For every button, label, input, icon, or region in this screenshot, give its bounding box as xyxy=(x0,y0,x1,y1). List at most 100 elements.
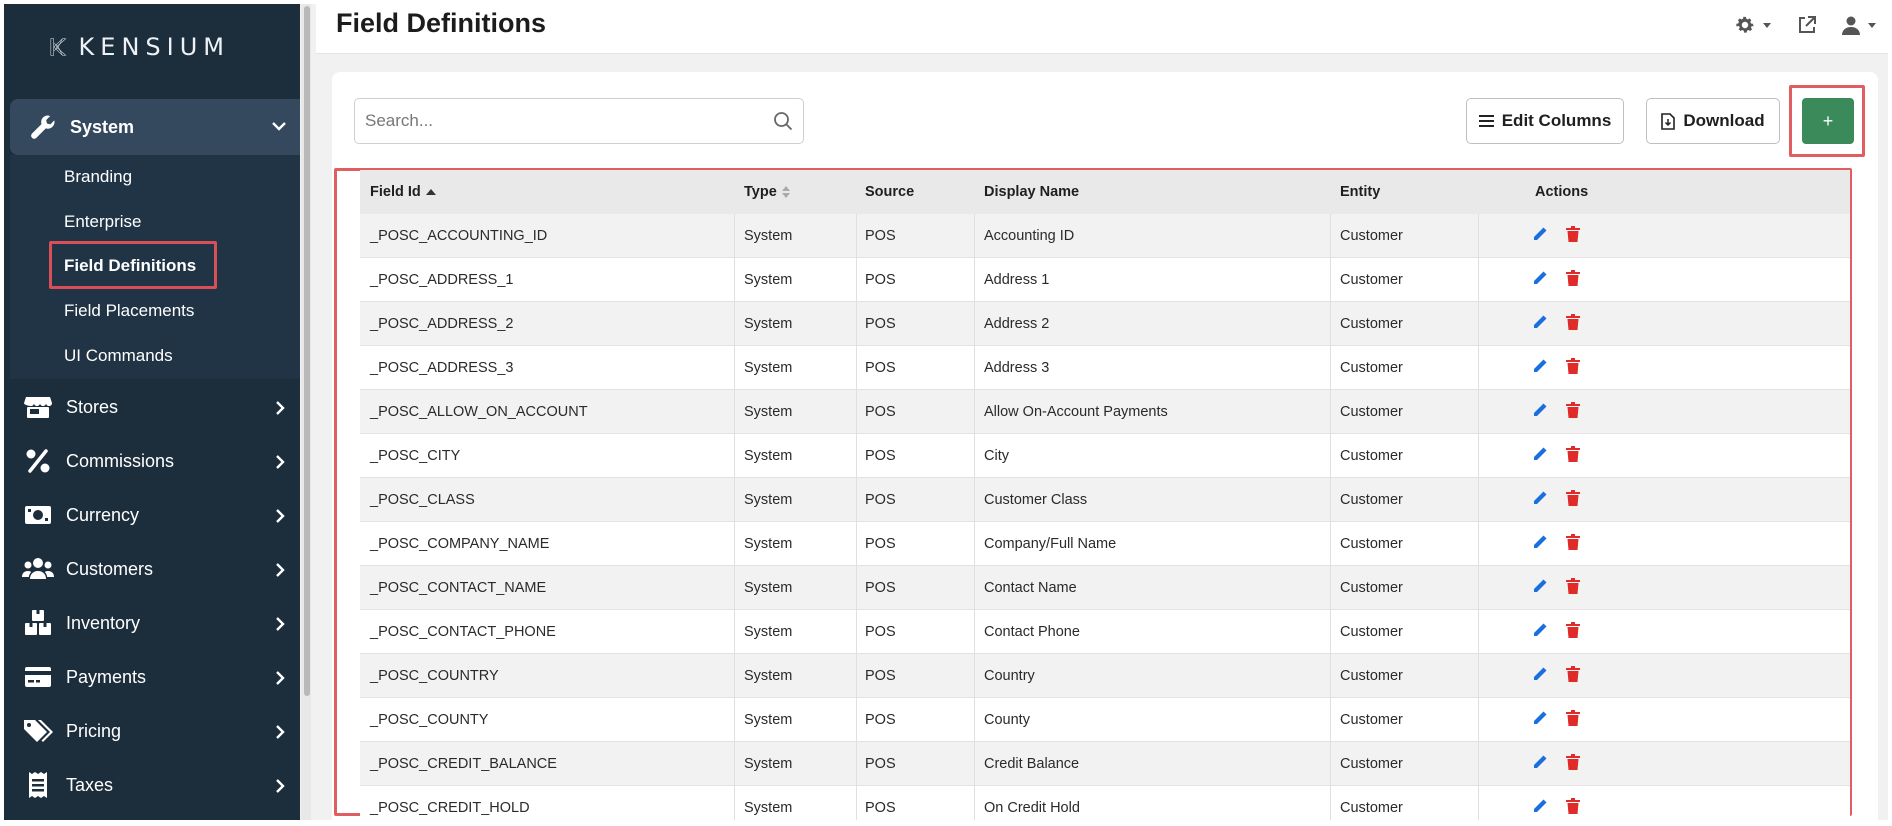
sidebar-subitem-branding[interactable]: Branding xyxy=(64,164,132,190)
edit-row-button[interactable] xyxy=(1532,446,1548,462)
edit-row-button[interactable] xyxy=(1532,270,1548,286)
trash-icon xyxy=(1566,622,1580,638)
sidebar-item-inventory[interactable]: Inventory xyxy=(4,598,300,648)
column-header-display-name[interactable]: Display Name xyxy=(984,170,1079,214)
edit-columns-button[interactable]: Edit Columns xyxy=(1466,98,1624,144)
cell-type: System xyxy=(744,712,793,728)
users-icon xyxy=(22,553,54,585)
delete-row-button[interactable] xyxy=(1566,710,1580,726)
sidebar-item-currency[interactable]: Currency xyxy=(4,490,300,540)
edit-row-button[interactable] xyxy=(1532,226,1548,242)
delete-row-button[interactable] xyxy=(1566,754,1580,770)
table-row[interactable]: _POSC_ADDRESS_2 System POS Address 2 Custome… xyxy=(360,302,1850,346)
column-header-label: Type xyxy=(744,184,777,200)
sort-ascending-icon xyxy=(425,189,436,195)
settings-menu[interactable] xyxy=(1734,14,1773,36)
edit-row-button[interactable] xyxy=(1532,578,1548,594)
sidebar-subitem-field-placements[interactable]: Field Placements xyxy=(64,298,194,324)
delete-row-button[interactable] xyxy=(1566,798,1580,814)
cell-display-name: Address 3 xyxy=(984,360,1050,376)
chevron-right-icon xyxy=(276,725,285,739)
sidebar-item-system[interactable]: System xyxy=(10,99,300,155)
delete-row-button[interactable] xyxy=(1566,622,1580,638)
delete-row-button[interactable] xyxy=(1566,270,1580,286)
download-button[interactable]: Download xyxy=(1646,98,1780,144)
cell-display-name: Contact Name xyxy=(984,580,1077,596)
table-row[interactable]: _POSC_CONTACT_NAME System POS Contact Name C… xyxy=(360,566,1850,610)
pencil-icon xyxy=(1534,271,1547,284)
delete-row-button[interactable] xyxy=(1566,358,1580,374)
cell-display-name: City xyxy=(984,448,1009,464)
column-header-field-id[interactable]: Field Id xyxy=(370,170,437,214)
column-divider xyxy=(974,742,975,786)
table-row[interactable]: _POSC_CITY System POS City Customer xyxy=(360,434,1850,478)
edit-row-button[interactable] xyxy=(1532,798,1548,814)
column-header-entity[interactable]: Entity xyxy=(1340,170,1380,214)
edit-row-button[interactable] xyxy=(1532,622,1548,638)
add-field-button[interactable]: + xyxy=(1802,98,1854,144)
row-actions xyxy=(1532,358,1580,374)
sidebar-item-taxes[interactable]: Taxes xyxy=(4,760,300,810)
table-row[interactable]: _POSC_CONTACT_PHONE System POS Contact Phon… xyxy=(360,610,1850,654)
edit-row-button[interactable] xyxy=(1532,314,1548,330)
edit-row-button[interactable] xyxy=(1532,490,1548,506)
sidebar-subitem-enterprise[interactable]: Enterprise xyxy=(64,209,141,235)
delete-row-button[interactable] xyxy=(1566,490,1580,506)
edit-row-button[interactable] xyxy=(1532,710,1548,726)
delete-row-button[interactable] xyxy=(1566,666,1580,682)
page-title: Field Definitions xyxy=(336,8,547,38)
user-menu[interactable] xyxy=(1841,15,1878,35)
trash-icon xyxy=(1566,446,1580,462)
column-divider xyxy=(974,434,975,478)
edit-row-button[interactable] xyxy=(1532,402,1548,418)
column-divider xyxy=(1330,654,1331,698)
delete-row-button[interactable] xyxy=(1566,226,1580,242)
sidebar-subitem-ui-commands[interactable]: UI Commands xyxy=(64,343,173,369)
edit-row-button[interactable] xyxy=(1532,754,1548,770)
sidebar-item-stores[interactable]: Stores xyxy=(4,382,300,432)
sort-icon xyxy=(781,186,790,198)
table-row[interactable]: _POSC_CREDIT_HOLD System POS On Credit Hold… xyxy=(360,786,1850,820)
column-divider xyxy=(974,610,975,654)
edit-row-button[interactable] xyxy=(1532,358,1548,374)
table-row[interactable]: _POSC_COUNTY System POS County Customer xyxy=(360,698,1850,742)
top-header: Field Definitions xyxy=(316,4,1888,54)
active-item-highlight xyxy=(49,241,217,289)
search-icon[interactable] xyxy=(773,111,793,131)
table-row[interactable]: _POSC_COMPANY_NAME System POS Company/Full … xyxy=(360,522,1850,566)
column-divider xyxy=(734,742,735,786)
table-row[interactable]: _POSC_ACCOUNTING_ID System POS Accounting I… xyxy=(360,214,1850,258)
sidebar-item-pricing[interactable]: Pricing xyxy=(4,706,300,756)
search-input[interactable] xyxy=(365,99,765,143)
delete-row-button[interactable] xyxy=(1566,446,1580,462)
edit-row-button[interactable] xyxy=(1532,666,1548,682)
cell-field-id: _POSC_COMPANY_NAME xyxy=(370,536,550,552)
search-box[interactable] xyxy=(354,98,804,144)
table-row[interactable]: _POSC_COUNTRY System POS Country Customer xyxy=(360,654,1850,698)
file-download-icon xyxy=(1661,112,1676,130)
table-row[interactable]: _POSC_ALLOW_ON_ACCOUNT System POS Allow On-… xyxy=(360,390,1850,434)
delete-row-button[interactable] xyxy=(1566,578,1580,594)
table-row[interactable]: _POSC_ADDRESS_3 System POS Address 3 Custome… xyxy=(360,346,1850,390)
cell-source: POS xyxy=(865,448,896,464)
store-icon xyxy=(22,391,54,423)
delete-row-button[interactable] xyxy=(1566,534,1580,550)
delete-row-button[interactable] xyxy=(1566,314,1580,330)
cell-type: System xyxy=(744,800,793,816)
external-link-icon xyxy=(1799,16,1816,33)
table-row[interactable]: _POSC_ADDRESS_1 System POS Address 1 Custome… xyxy=(360,258,1850,302)
open-external-button[interactable] xyxy=(1797,15,1817,35)
sidebar-scrollbar-thumb[interactable] xyxy=(304,6,310,696)
brand-logo[interactable]: KENSIUM xyxy=(50,22,230,72)
sidebar-item-payments[interactable]: Payments xyxy=(4,652,300,702)
edit-row-button[interactable] xyxy=(1532,534,1548,550)
table-row[interactable]: _POSC_CLASS System POS Customer Class Custom… xyxy=(360,478,1850,522)
column-header-source[interactable]: Source xyxy=(865,170,914,214)
column-header-type[interactable]: Type xyxy=(744,170,791,214)
cell-entity: Customer xyxy=(1340,360,1403,376)
sidebar-item-commissions[interactable]: Commissions xyxy=(4,436,300,486)
delete-row-button[interactable] xyxy=(1566,402,1580,418)
table-row[interactable]: _POSC_CREDIT_BALANCE System POS Credit Bala… xyxy=(360,742,1850,786)
column-divider xyxy=(856,566,857,610)
sidebar-item-customers[interactable]: Customers xyxy=(4,544,300,594)
